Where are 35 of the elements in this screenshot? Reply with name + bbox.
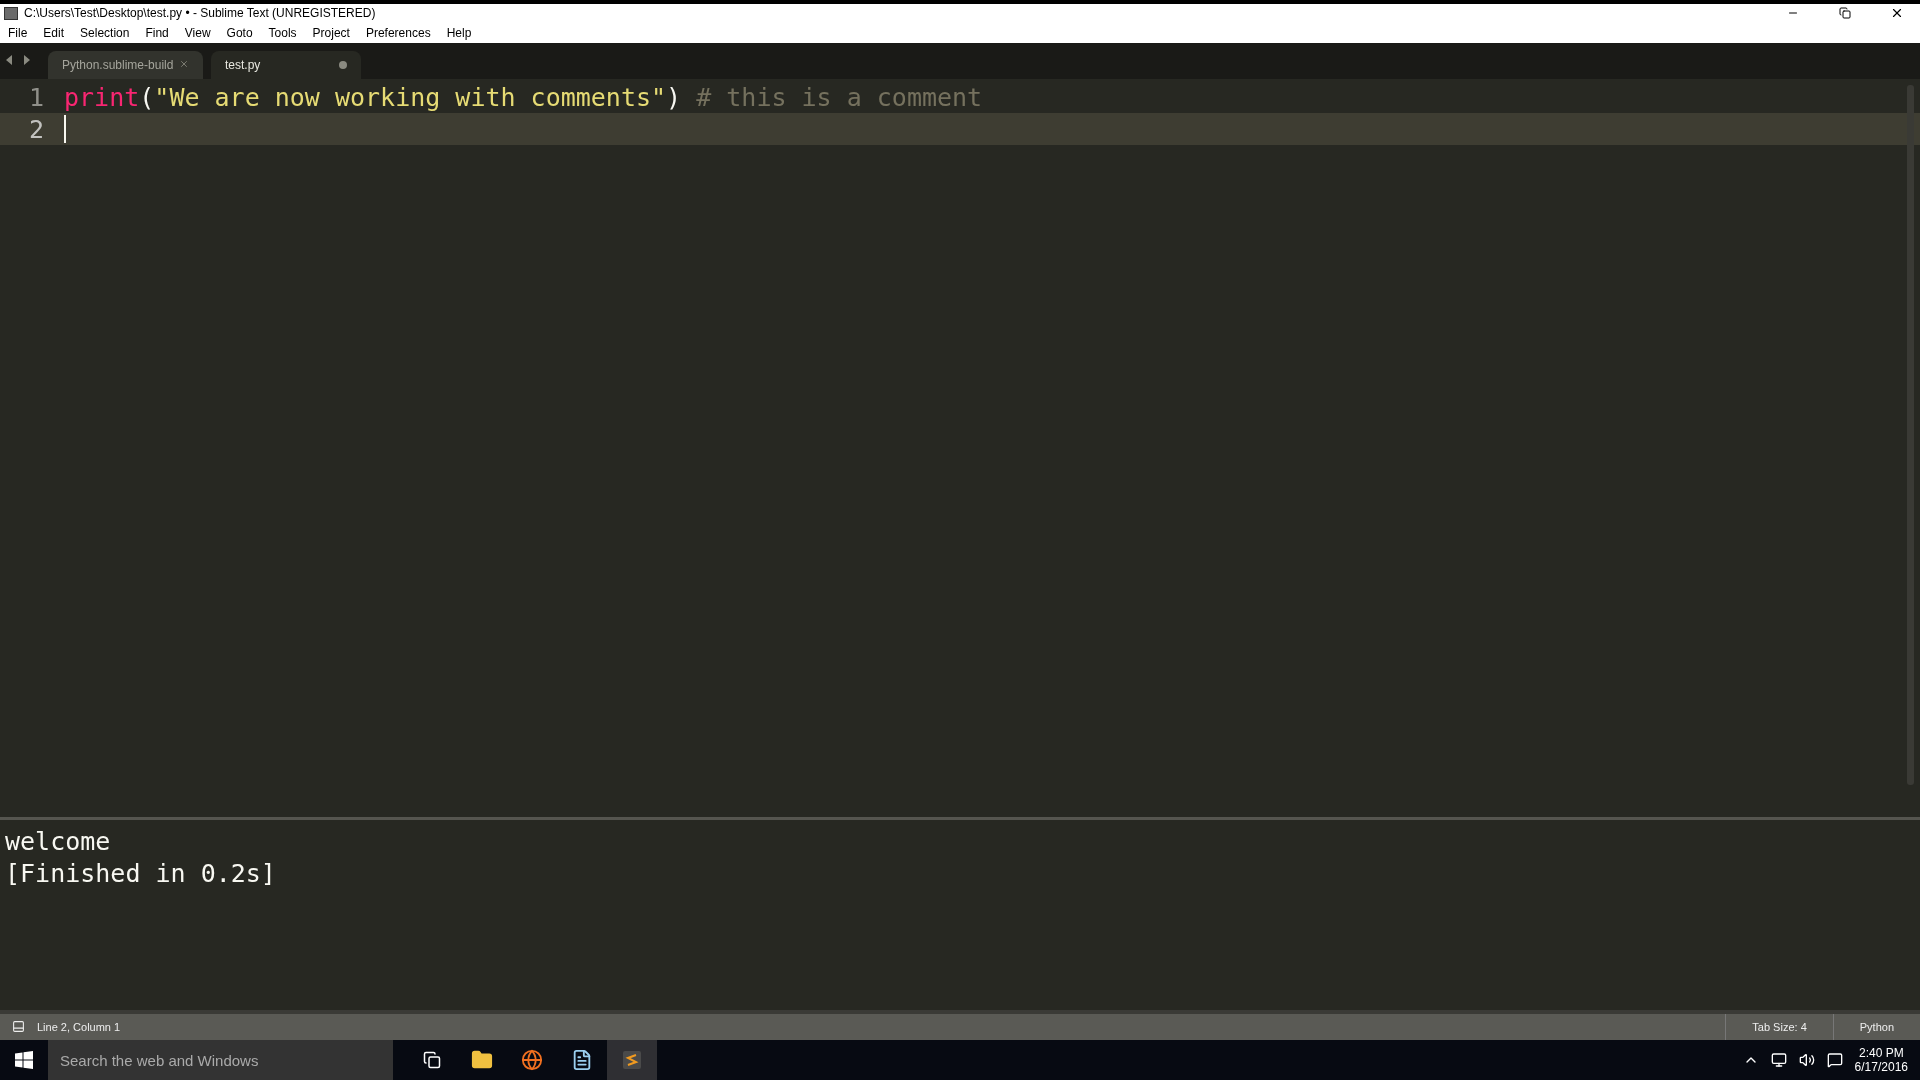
line-number: 2 (27, 114, 45, 144)
menu-item[interactable]: Edit (43, 25, 65, 40)
menu-item[interactable]: Preferences (365, 25, 431, 40)
text-cursor (64, 115, 66, 143)
menu-item[interactable]: Selection (80, 25, 130, 40)
menu-item[interactable]: Tools (268, 25, 297, 40)
code-token: ) (666, 82, 682, 112)
close-icon[interactable] (1890, 6, 1904, 20)
menu-item[interactable]: Goto (226, 25, 253, 40)
file-tab[interactable]: test.py (211, 51, 361, 79)
cursor-position: Line 2, Column 1 (37, 1021, 122, 1033)
menu-item[interactable]: Help (446, 25, 472, 40)
sublime-text-icon[interactable] (607, 1040, 657, 1080)
search-field[interactable]: Search the web and Windows (48, 1040, 393, 1080)
volume-icon[interactable] (1798, 1052, 1815, 1068)
output-line: welcome (4, 826, 112, 858)
code-token: print (64, 82, 140, 112)
window-title: C:\Users\Test\Desktop\test.py • - Sublime Text (UNREGISTERED) (24, 6, 377, 20)
code-token: ( (139, 82, 155, 112)
code-token: # this is a comment (696, 82, 983, 112)
output-line: [Finished in 0.2s] (4, 858, 277, 890)
windows-logo-icon[interactable] (15, 1051, 33, 1069)
menu-item[interactable]: View (184, 25, 211, 40)
menu-item[interactable]: Find (145, 25, 169, 40)
network-icon[interactable] (1770, 1052, 1787, 1068)
restore-icon[interactable] (1839, 7, 1851, 19)
notifications-icon[interactable] (1826, 1052, 1843, 1068)
file-tab[interactable]: Python.sublime-build (48, 51, 203, 79)
menu-item[interactable]: Project (312, 25, 350, 40)
clock[interactable]: 2:40 PM 6/17/2016 (1854, 1046, 1908, 1074)
menu-item[interactable]: File (8, 25, 28, 40)
unsaved-dot-icon (339, 61, 347, 69)
code-token: "We are now working with comments" (154, 82, 667, 112)
line-number: 1 (27, 82, 45, 112)
app-icon (4, 6, 18, 20)
